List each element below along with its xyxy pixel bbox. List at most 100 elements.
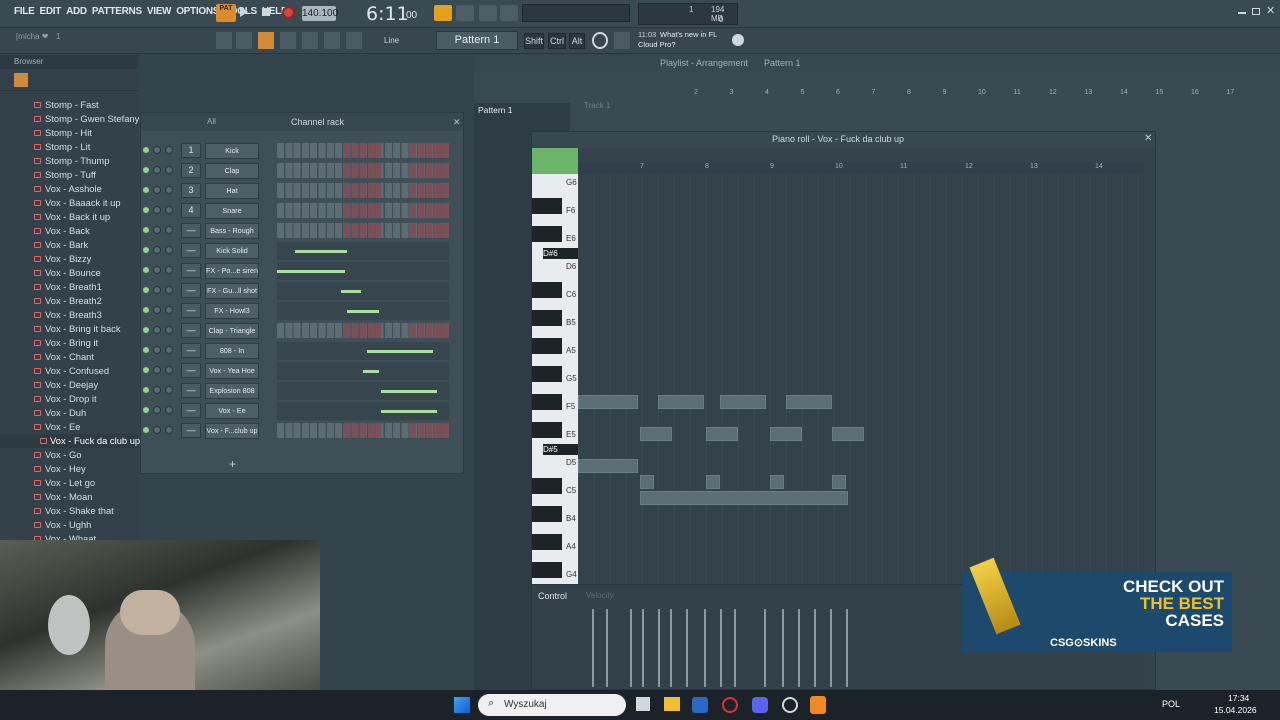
channel-piano-roll-preview[interactable]: [277, 382, 449, 400]
black-key[interactable]: [532, 422, 562, 438]
velocity-bar[interactable]: [670, 609, 672, 687]
news-text[interactable]: What's new in FL: [660, 30, 717, 39]
channel-row[interactable]: — Vox - Ee: [141, 401, 463, 421]
channel-mute-led[interactable]: [143, 387, 149, 393]
channel-mute-led[interactable]: [143, 347, 149, 353]
browser-item[interactable]: Vox - Confused: [0, 364, 138, 378]
channel-mixer-track[interactable]: —: [181, 403, 201, 418]
velocity-bar[interactable]: [592, 609, 594, 687]
task-view-icon[interactable]: [636, 697, 650, 711]
tempo-display[interactable]: 140.100: [302, 6, 338, 21]
channel-name-button[interactable]: 808 - In: [205, 343, 259, 359]
midi-note[interactable]: [706, 427, 738, 441]
channel-mute-led[interactable]: [143, 247, 149, 253]
channel-row[interactable]: — FX - Gu...ll shot: [141, 281, 463, 301]
browser-item[interactable]: Vox - Moan: [0, 490, 138, 504]
explorer-icon[interactable]: [664, 697, 680, 711]
channel-name-button[interactable]: Hat: [205, 183, 259, 199]
channel-pan-knob[interactable]: [153, 246, 161, 254]
step-group-red[interactable]: [409, 203, 449, 218]
channel-volume-knob[interactable]: [165, 146, 173, 154]
step-group-red[interactable]: [409, 223, 449, 238]
plugin-icon[interactable]: [302, 32, 318, 49]
channel-mixer-track[interactable]: —: [181, 423, 201, 438]
channel-mute-led[interactable]: [143, 407, 149, 413]
step-group-red[interactable]: [409, 143, 449, 158]
mixer-icon[interactable]: [280, 32, 296, 49]
menu-file[interactable]: FILE: [14, 6, 35, 17]
news-icon[interactable]: [592, 32, 608, 49]
velocity-bar[interactable]: [764, 609, 766, 687]
channel-pan-knob[interactable]: [153, 166, 161, 174]
maximize-icon[interactable]: [1252, 8, 1260, 15]
microphone-icon[interactable]: [346, 32, 362, 49]
browser-item[interactable]: Vox - Breath1: [0, 280, 138, 294]
browser-item[interactable]: Vox - Asshole: [0, 182, 138, 196]
pattern-item[interactable]: Pattern 1: [478, 105, 513, 115]
channel-mute-led[interactable]: [143, 227, 149, 233]
velocity-bar[interactable]: [686, 609, 688, 687]
black-key[interactable]: [532, 562, 562, 578]
browser-item[interactable]: Vox - Hey: [0, 462, 138, 476]
browser-item[interactable]: Vox - Bizzy: [0, 252, 138, 266]
channel-mute-led[interactable]: [143, 267, 149, 273]
close-icon[interactable]: ✕: [1266, 4, 1275, 17]
alt-button[interactable]: Alt: [569, 33, 585, 49]
rack-close-icon[interactable]: ✕: [453, 113, 461, 131]
play-icon[interactable]: [240, 7, 248, 17]
channel-volume-knob[interactable]: [165, 226, 173, 234]
channel-mute-led[interactable]: [143, 307, 149, 313]
channel-mute-led[interactable]: [143, 167, 149, 173]
settings-icon[interactable]: [782, 697, 798, 713]
channel-piano-roll-preview[interactable]: [277, 282, 449, 300]
black-key[interactable]: [532, 506, 562, 522]
black-key[interactable]: [532, 478, 562, 494]
channel-name-button[interactable]: Bass - Rough: [205, 223, 259, 239]
account-icon[interactable]: [732, 34, 744, 46]
loop-record-icon[interactable]: [479, 5, 497, 21]
clock-date[interactable]: 15.04.2026: [1214, 705, 1257, 715]
channel-pan-knob[interactable]: [153, 326, 161, 334]
menu-view[interactable]: VIEW: [147, 6, 172, 17]
pattern-selector[interactable]: Pattern 1: [436, 31, 518, 50]
step-group-red[interactable]: [343, 223, 381, 238]
channel-pan-knob[interactable]: [153, 386, 161, 394]
piano-keyboard[interactable]: G6 F6 E6 D#6 D6 C6 B5 A5 G5 F5 E5 D#5 D5 C5 B4 A4 G4: [532, 174, 578, 584]
channel-piano-roll-preview[interactable]: [277, 362, 449, 380]
channel-piano-roll-preview[interactable]: [277, 342, 449, 360]
menu-patterns[interactable]: PATTERNS: [92, 6, 142, 17]
language-indicator[interactable]: POL: [1162, 699, 1180, 709]
channel-mixer-track[interactable]: 1: [181, 143, 201, 158]
velocity-bar[interactable]: [704, 609, 706, 687]
browser-item[interactable]: Vox - Breath3: [0, 308, 138, 322]
channel-mixer-track[interactable]: —: [181, 223, 201, 238]
channel-row[interactable]: — Explosion 808: [141, 381, 463, 401]
step-group-red[interactable]: [343, 423, 381, 438]
channel-volume-knob[interactable]: [165, 206, 173, 214]
note-grid[interactable]: [578, 174, 1144, 584]
midi-note[interactable]: [578, 459, 638, 473]
channel-mute-led[interactable]: [143, 327, 149, 333]
channel-name-button[interactable]: Kick Solid: [205, 243, 259, 259]
channel-row[interactable]: — FX - Howl3: [141, 301, 463, 321]
channel-volume-knob[interactable]: [165, 426, 173, 434]
channel-pan-knob[interactable]: [153, 426, 161, 434]
channel-mixer-track[interactable]: —: [181, 343, 201, 358]
midi-note[interactable]: [786, 395, 832, 409]
browser-item[interactable]: Stomp - Gwen Stefany: [0, 112, 139, 126]
channel-volume-knob[interactable]: [165, 326, 173, 334]
step-group-red[interactable]: [409, 423, 449, 438]
velocity-bar[interactable]: [830, 609, 832, 687]
midi-note[interactable]: [720, 395, 766, 409]
browser-all-icon[interactable]: [14, 73, 28, 87]
browser-item[interactable]: Vox - Fuck da club up: [0, 434, 140, 448]
velocity-bars[interactable]: [592, 609, 872, 689]
velocity-bar[interactable]: [658, 609, 660, 687]
channel-name-button[interactable]: Vox - Yea Hoe: [205, 363, 259, 379]
stop-icon[interactable]: [262, 8, 270, 16]
channel-pan-knob[interactable]: [153, 186, 161, 194]
channel-mixer-track[interactable]: —: [181, 263, 201, 278]
countdown-icon[interactable]: [456, 5, 474, 21]
piano-roll-icon[interactable]: [258, 32, 274, 49]
playlist-icon[interactable]: [216, 32, 232, 49]
